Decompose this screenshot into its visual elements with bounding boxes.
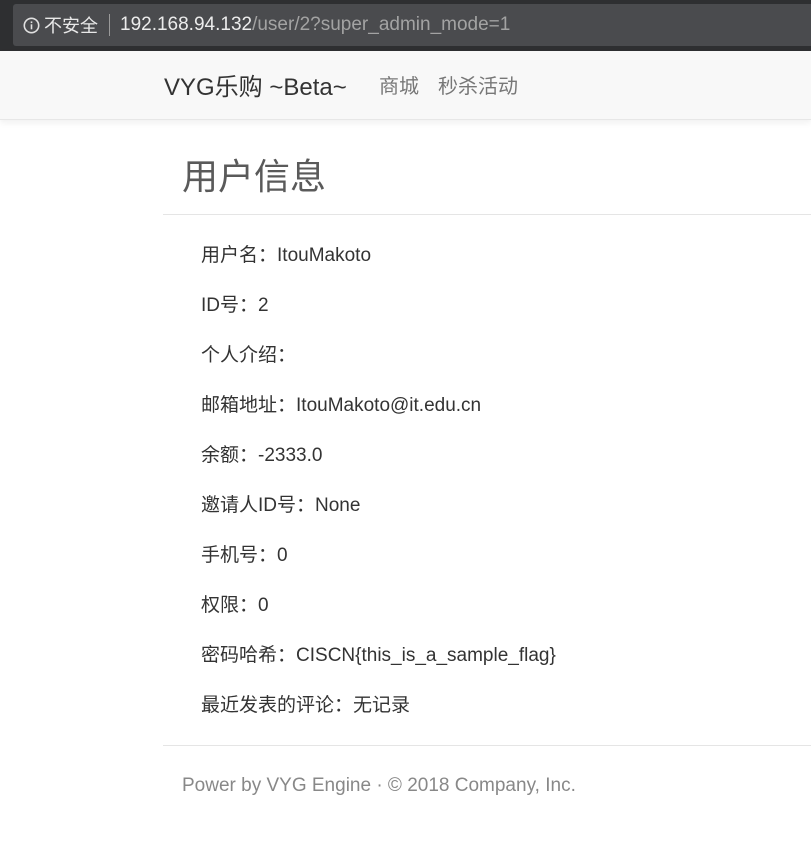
url-divider — [109, 14, 110, 36]
info-value: 2 — [258, 295, 269, 316]
info-label: 密码哈希： — [201, 645, 297, 666]
url-field[interactable]: 不安全 192.168.94.132/user/2?super_admin_mo… — [13, 4, 811, 46]
browser-address-bar: 不安全 192.168.94.132/user/2?super_admin_mo… — [0, 0, 811, 51]
info-row-password-hash: 密码哈希：CISCN{this_is_a_sample_flag} — [201, 643, 556, 693]
footer-text: Power by VYG Engine · © 2018 Company, In… — [182, 775, 576, 796]
nav-link-flash-sale[interactable]: 秒杀活动 — [438, 74, 518, 100]
info-icon[interactable] — [22, 16, 40, 34]
security-label[interactable]: 不安全 — [44, 12, 98, 38]
info-label: 邮箱地址： — [201, 395, 297, 416]
info-label: 手机号： — [201, 545, 278, 566]
info-value: 0 — [258, 595, 269, 616]
footer-divider — [163, 745, 811, 746]
info-label: 个人介绍： — [201, 345, 297, 366]
page-header: 用户信息 — [163, 148, 811, 215]
top-navbar: VYG乐购 ~Beta~ 商城 秒杀活动 — [0, 51, 811, 120]
url-host[interactable]: 192.168.94.132 — [120, 14, 252, 36]
url-path[interactable]: /user/2?super_admin_mode=1 — [252, 14, 510, 36]
info-label: 余额： — [201, 445, 259, 466]
info-label: 权限： — [201, 595, 259, 616]
nav-link-shop[interactable]: 商城 — [379, 74, 419, 100]
page-title: 用户信息 — [182, 156, 327, 197]
info-label: ID号： — [201, 295, 259, 316]
info-value: -2333.0 — [258, 445, 323, 466]
info-row-email: 邮箱地址：ItouMakoto@it.edu.cn — [201, 393, 556, 443]
info-row-bio: 个人介绍： — [201, 343, 556, 393]
brand-link[interactable]: VYG乐购 ~Beta~ — [164, 73, 347, 103]
info-row-balance: 余额：-2333.0 — [201, 443, 556, 493]
info-label: 最近发表的评论： — [201, 695, 354, 716]
info-value: 无记录 — [353, 695, 411, 716]
info-value: ItouMakoto@it.edu.cn — [296, 395, 482, 416]
user-info-list: 用户名：ItouMakoto ID号：2 个人介绍： 邮箱地址：ItouMako… — [201, 243, 556, 743]
info-value: ItouMakoto — [277, 245, 372, 266]
info-row-id: ID号：2 — [201, 293, 556, 343]
info-value: 0 — [277, 545, 288, 566]
info-row-phone: 手机号：0 — [201, 543, 556, 593]
info-row-username: 用户名：ItouMakoto — [201, 243, 556, 293]
info-row-permission: 权限：0 — [201, 593, 556, 643]
info-value: None — [315, 495, 361, 516]
info-value: CISCN{this_is_a_sample_flag} — [296, 645, 556, 666]
info-label: 用户名： — [201, 245, 278, 266]
info-label: 邀请人ID号： — [201, 495, 316, 516]
info-row-recent-comments: 最近发表的评论：无记录 — [201, 693, 556, 743]
info-row-inviter-id: 邀请人ID号：None — [201, 493, 556, 543]
